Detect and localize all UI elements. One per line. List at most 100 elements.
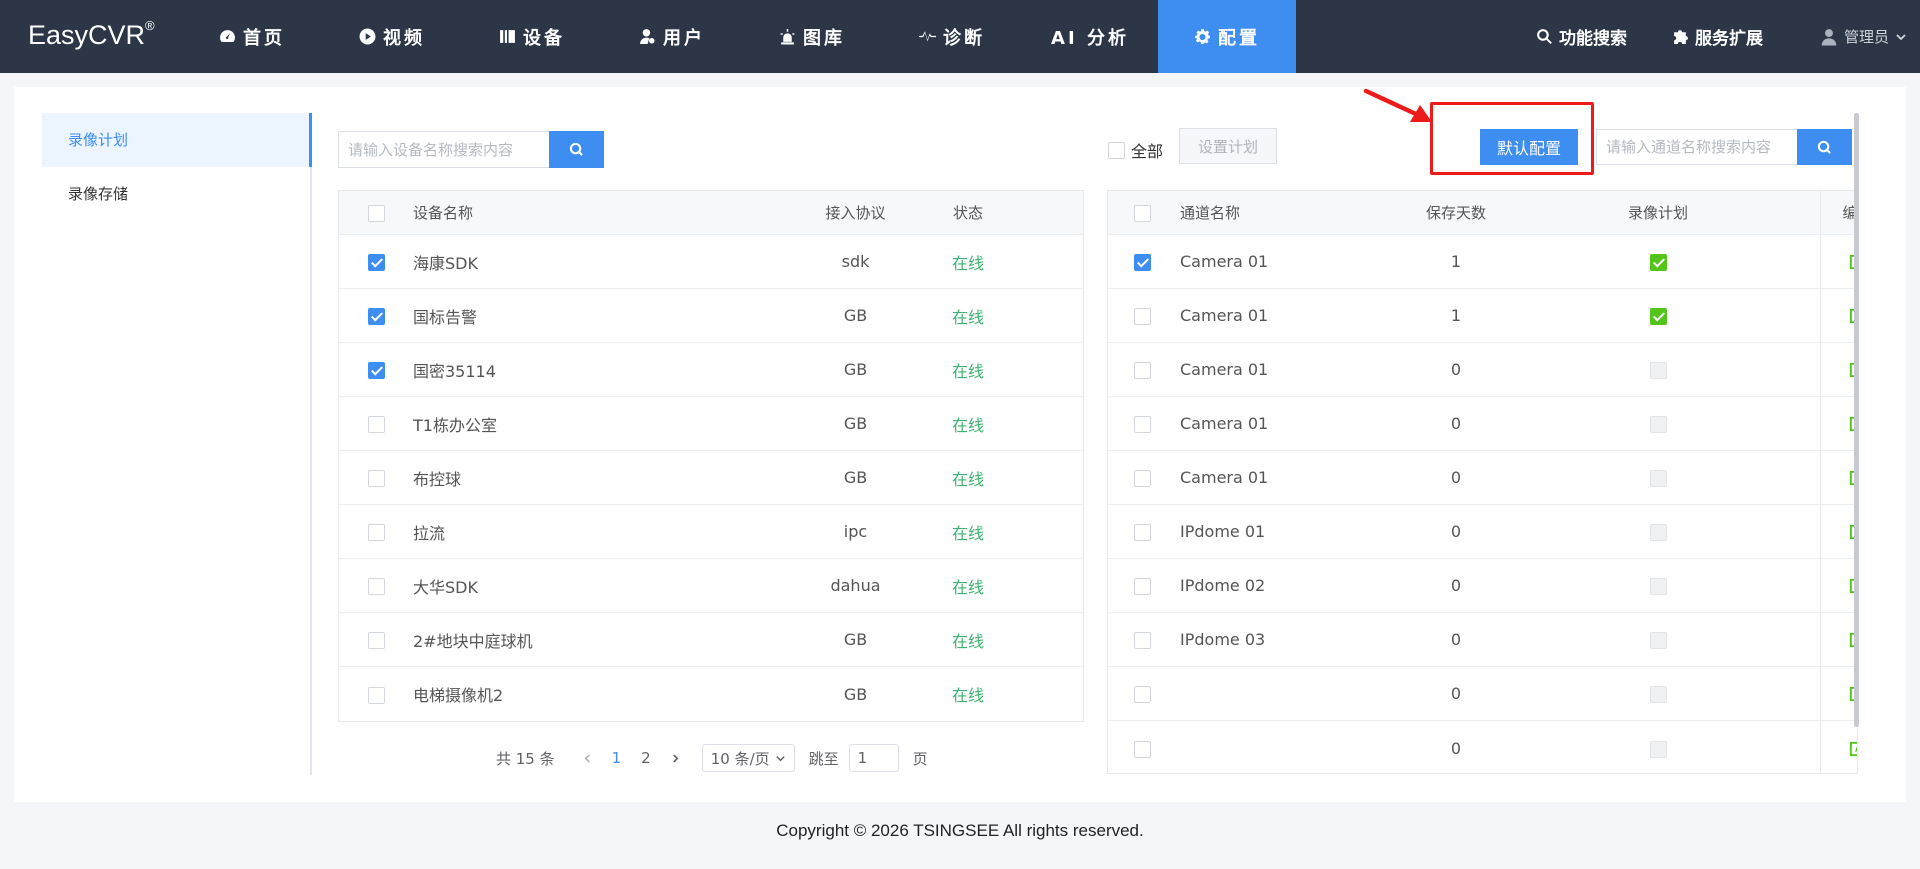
row-checkbox[interactable]: [367, 470, 385, 487]
table-row[interactable]: 2#地块中庭球机 GB 在线: [339, 613, 1083, 667]
table-row[interactable]: 电梯摄像机2 GB 在线: [339, 667, 1083, 721]
row-checkbox[interactable]: [367, 362, 385, 379]
pulse-icon: [919, 31, 936, 42]
save-days: 0: [1450, 738, 1462, 758]
page-size-select[interactable]: 10 条/页: [701, 744, 795, 772]
nav-video[interactable]: 视频: [322, 0, 462, 73]
device-status: 在线: [951, 307, 984, 327]
default-config-button[interactable]: 默认配置: [1480, 129, 1578, 165]
table-row[interactable]: IPdome 03 0: [1108, 613, 1857, 667]
set-plan-button[interactable]: 设置计划: [1179, 128, 1277, 164]
table-row[interactable]: Camera 01 1: [1108, 289, 1857, 343]
nav-label: 图库: [803, 27, 845, 49]
device-protocol: dahua: [830, 576, 881, 595]
device-protocol: GB: [843, 414, 868, 433]
device-name: 拉流: [413, 523, 446, 543]
row-checkbox[interactable]: [1133, 254, 1151, 271]
sidebar-item-record-plan[interactable]: 录像计划: [42, 113, 312, 167]
prev-page-icon[interactable]: [583, 753, 592, 763]
channel-search-input[interactable]: [1596, 129, 1797, 165]
user-menu[interactable]: 管理员: [1820, 0, 1907, 73]
nav-user[interactable]: 用户: [602, 0, 742, 73]
device-protocol: GB: [843, 360, 868, 379]
device-protocol: GB: [843, 306, 868, 325]
table-header: 通道名称 保存天数 录像计划 编辑: [1108, 191, 1857, 235]
row-checkbox[interactable]: [1133, 470, 1151, 487]
function-search[interactable]: 功能搜索: [1536, 0, 1627, 73]
edit-icon[interactable]: [1848, 739, 1858, 758]
page-1[interactable]: 1: [612, 749, 622, 767]
row-checkbox[interactable]: [367, 254, 385, 271]
table-row[interactable]: 海康SDK sdk 在线: [339, 235, 1083, 289]
app-logo[interactable]: EasyCVR®: [28, 18, 155, 51]
row-checkbox[interactable]: [1133, 740, 1151, 758]
device-search-button[interactable]: [549, 131, 604, 168]
record-plan-checkbox: [1649, 362, 1667, 379]
row-checkbox[interactable]: [1133, 362, 1151, 379]
nav-home[interactable]: 首页: [182, 0, 322, 73]
table-row[interactable]: Camera 01 0: [1108, 451, 1857, 505]
nav-config[interactable]: 配置: [1158, 0, 1296, 73]
record-plan-checkbox[interactable]: [1649, 254, 1667, 271]
row-checkbox[interactable]: [367, 632, 385, 649]
play-icon: [359, 28, 376, 45]
pagination: 共 15 条 1 2 10 条/页 跳至 1 页: [496, 744, 928, 772]
sidebar: 录像计划 录像存储: [42, 113, 312, 775]
device-search-input[interactable]: [338, 131, 549, 168]
nav-device[interactable]: 设备: [462, 0, 602, 73]
device-table: 设备名称 接入协议 状态 海康SDK sdk 在线 国标告警 GB 在线 国密35114 GB…: [338, 190, 1084, 722]
row-checkbox[interactable]: [367, 308, 385, 325]
row-checkbox[interactable]: [367, 578, 385, 595]
table-row[interactable]: Camera 01 1: [1108, 235, 1857, 289]
next-page-icon[interactable]: [671, 753, 680, 763]
table-row[interactable]: 布控球 GB 在线: [339, 451, 1083, 505]
chevron-down-icon: [1896, 33, 1906, 40]
jump-page-input[interactable]: 1: [848, 744, 899, 772]
table-row[interactable]: Camera 01 0: [1108, 343, 1857, 397]
device-status: 在线: [951, 577, 984, 597]
record-plan-checkbox: [1649, 686, 1667, 703]
row-checkbox[interactable]: [1133, 632, 1151, 649]
channel-search-button[interactable]: [1797, 129, 1852, 165]
nav-diagnosis[interactable]: 诊断: [882, 0, 1022, 73]
vertical-scrollbar[interactable]: [1854, 113, 1859, 727]
row-checkbox[interactable]: [1133, 308, 1151, 325]
page-2[interactable]: 2: [641, 749, 651, 767]
table-row[interactable]: 0: [1108, 667, 1857, 721]
table-row[interactable]: 国密35114 GB 在线: [339, 343, 1083, 397]
record-plan-checkbox[interactable]: [1649, 308, 1667, 325]
save-days: 0: [1450, 684, 1462, 703]
table-row[interactable]: 拉流 ipc 在线: [339, 505, 1083, 559]
dashboard-icon: [220, 30, 235, 43]
sidebar-item-record-storage[interactable]: 录像存储: [42, 167, 310, 221]
user-name: 管理员: [1844, 28, 1890, 46]
table-row[interactable]: IPdome 01 0: [1108, 505, 1857, 559]
nav-ai-analysis[interactable]: AI 分析: [1022, 0, 1158, 73]
table-row[interactable]: 国标告警 GB 在线: [339, 289, 1083, 343]
record-plan-checkbox: [1649, 632, 1667, 649]
row-checkbox[interactable]: [367, 524, 385, 541]
select-all-checkbox[interactable]: [1108, 141, 1125, 159]
header-save-days: 保存天数: [1425, 204, 1486, 222]
nav-gallery[interactable]: 图库: [742, 0, 882, 73]
row-checkbox[interactable]: [1133, 686, 1151, 703]
select-all-devices-checkbox[interactable]: [367, 204, 385, 222]
record-plan-checkbox: [1649, 470, 1667, 487]
service-extension[interactable]: 服务扩展: [1672, 0, 1763, 73]
select-all-toggle[interactable]: 全部: [1108, 138, 1163, 162]
row-checkbox[interactable]: [1133, 524, 1151, 541]
record-plan-checkbox: [1649, 740, 1667, 758]
annotation-arrow: [1363, 88, 1432, 122]
select-all-channels-checkbox[interactable]: [1133, 204, 1151, 222]
row-checkbox[interactable]: [367, 416, 385, 433]
row-checkbox[interactable]: [1133, 578, 1151, 595]
row-checkbox[interactable]: [1133, 416, 1151, 433]
save-days: 1: [1450, 306, 1462, 325]
device-status: 在线: [951, 469, 984, 489]
table-row[interactable]: IPdome 02 0: [1108, 559, 1857, 613]
table-row[interactable]: Camera 01 0: [1108, 397, 1857, 451]
table-row[interactable]: 大华SDK dahua 在线: [339, 559, 1083, 613]
table-row[interactable]: T1栋办公室 GB 在线: [339, 397, 1083, 451]
table-row[interactable]: 0: [1108, 721, 1858, 773]
row-checkbox[interactable]: [367, 686, 385, 704]
